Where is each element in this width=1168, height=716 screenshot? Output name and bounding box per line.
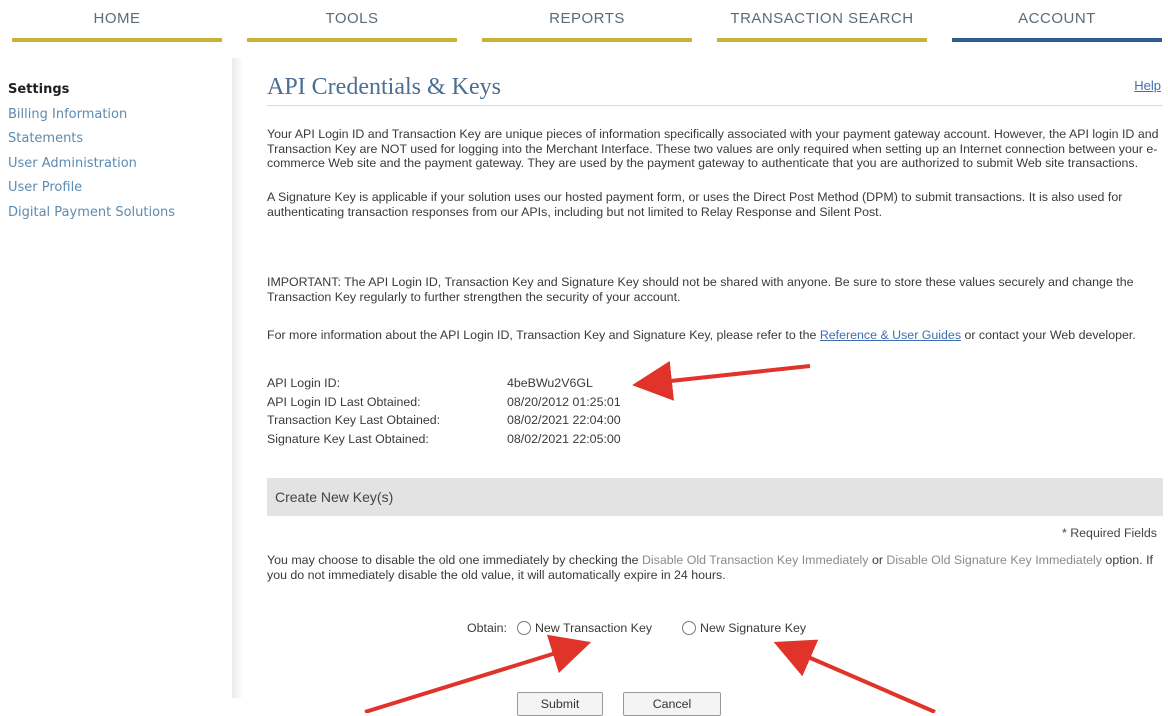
- page-title: API Credentials & Keys: [267, 74, 501, 100]
- sidebar-divider: [232, 58, 244, 698]
- disable-note-text: You may choose to disable the old one im…: [267, 553, 642, 567]
- new-signature-key-label[interactable]: New Signature Key: [700, 621, 806, 635]
- new-signature-key-radio[interactable]: [682, 621, 697, 635]
- tab-transaction-search[interactable]: TRANSACTION SEARCH: [717, 0, 927, 42]
- disable-old-transaction-key-text: Disable Old Transaction Key Immediately: [641, 553, 869, 567]
- disable-note: You may choose to disable the old one im…: [267, 553, 1163, 582]
- main-content: API Credentials & Keys Help Your API Log…: [267, 60, 1163, 716]
- credential-value: 08/02/2021 22:05:00: [507, 431, 621, 446]
- tab-tools[interactable]: TOOLS: [247, 0, 457, 42]
- sidebar-item-statements[interactable]: Statements: [8, 127, 233, 152]
- important-paragraph: IMPORTANT: The API Login ID, Transaction…: [267, 275, 1134, 304]
- top-nav: HOME TOOLS REPORTS TRANSACTION SEARCH AC…: [0, 0, 1168, 44]
- signature-key-paragraph: A Signature Key is applicable if your so…: [267, 190, 1123, 219]
- tab-home[interactable]: HOME: [12, 0, 222, 42]
- obtain-label: Obtain:: [467, 621, 507, 635]
- arrow-to-new-signature-key: [773, 639, 936, 713]
- help-link[interactable]: Help: [1134, 78, 1161, 93]
- title-divider: [267, 105, 1163, 106]
- required-fields-note: * Required Fields: [1061, 526, 1157, 540]
- credential-value: 08/20/2012 01:25:01: [507, 394, 621, 409]
- credential-label: API Login ID:: [267, 376, 341, 390]
- sidebar-item-digital-payment-solutions[interactable]: Digital Payment Solutions: [8, 201, 233, 226]
- disable-note-or: or: [868, 553, 887, 567]
- disable-old-signature-key-text: Disable Old Signature Key Immediately: [886, 553, 1102, 567]
- sidebar-item-billing-information[interactable]: Billing Information: [8, 103, 233, 128]
- sidebar-item-settings[interactable]: Settings: [8, 78, 233, 103]
- more-info-text-end: or contact your Web developer.: [961, 328, 1136, 342]
- credential-row: API Login ID: 4beBWu2V6GL: [267, 376, 707, 395]
- credential-value: 08/02/2021 22:04:00: [507, 413, 621, 427]
- sidebar-item-user-administration[interactable]: User Administration: [8, 152, 233, 177]
- credential-row: Signature Key Last Obtained: 08/02/2021 …: [267, 432, 707, 451]
- credentials-table: API Login ID: 4beBWu2V6GL API Login ID L…: [267, 376, 707, 450]
- create-keys-header: Create New Key(s): [267, 478, 1163, 516]
- submit-button[interactable]: Submit: [517, 692, 603, 716]
- credential-row: Transaction Key Last Obtained: 08/02/202…: [267, 413, 707, 432]
- more-info-paragraph: For more information about the API Login…: [267, 328, 1163, 343]
- intro-paragraph: Your API Login ID and Transaction Key ar…: [267, 127, 1159, 171]
- obtain-options: Obtain: New Transaction Key New Signatur…: [467, 621, 806, 635]
- sidebar-item-user-profile[interactable]: User Profile: [8, 176, 233, 201]
- new-transaction-key-radio[interactable]: [516, 621, 531, 635]
- tab-reports[interactable]: REPORTS: [482, 0, 692, 42]
- credential-label: Transaction Key Last Obtained:: [267, 413, 441, 427]
- more-info-text: For more information about the API Login…: [267, 328, 820, 342]
- credential-row: API Login ID Last Obtained: 08/20/2012 0…: [267, 395, 707, 414]
- reference-guides-link[interactable]: Reference & User Guides: [820, 328, 961, 342]
- new-transaction-key-label[interactable]: New Transaction Key: [535, 621, 652, 635]
- api-login-id-value: 4beBWu2V6GL: [507, 376, 593, 390]
- sidebar: Settings Billing Information Statements …: [8, 78, 233, 225]
- credential-label: API Login ID Last Obtained:: [267, 394, 421, 409]
- tab-account[interactable]: ACCOUNT: [952, 0, 1162, 42]
- credential-label: Signature Key Last Obtained:: [267, 431, 429, 446]
- cancel-button[interactable]: Cancel: [623, 692, 721, 716]
